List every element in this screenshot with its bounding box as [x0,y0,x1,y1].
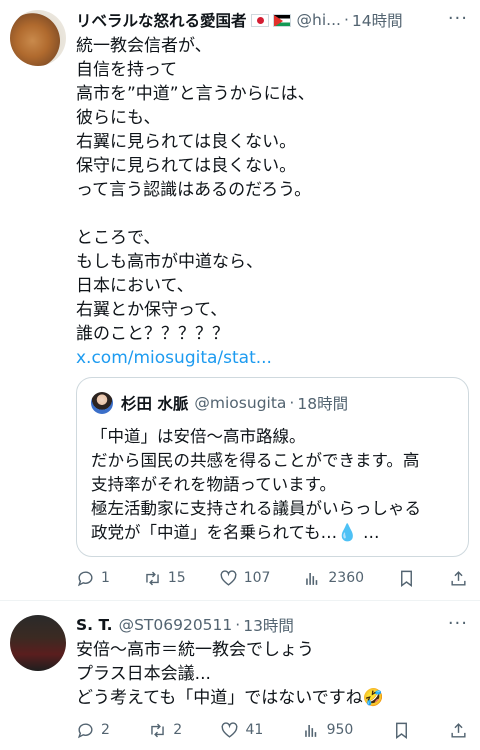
tweet-line: 安倍〜高市＝統一教会でしょう [76,640,314,660]
user-handle[interactable]: @ST06920511 [119,616,233,634]
quoted-timestamp: 18時間 [297,395,349,413]
reply-button[interactable]: 2 [76,721,110,740]
views-count: 2360 [328,570,365,586]
palestine-flag-icon [272,13,291,27]
japan-flag-icon [250,13,269,27]
avatar[interactable] [10,10,66,66]
views-count: 950 [326,722,354,738]
bookmark-button[interactable] [392,721,411,740]
tweet-line: 誰のこと？？？？？ [76,324,229,344]
quoted-handle: @miosugita [194,394,287,412]
tweet[interactable]: リベラルな怒れる愛国者 @hi... · 14時間 ··· 統一教会信者が、 自… [0,0,480,600]
user-handle[interactable]: @hi... [297,11,341,29]
separator-dot: · [235,616,241,634]
views-button[interactable]: 2360 [303,569,364,588]
views-icon [306,572,318,585]
quoted-line: 支持率がそれを物語っています。 [91,475,337,494]
tweet-line: もしも高市が中道なら、 [76,252,263,272]
reply-icon [77,722,93,738]
quoted-line: 極左活動家に支持される議員がいらっしゃる [91,499,421,518]
tweet-divider [0,600,480,601]
tweet-line: 彼らにも、 [76,108,161,128]
tweet-line: って言う認識はあるのだろう。 [76,180,312,200]
repost-button[interactable]: 2 [148,721,182,740]
like-count: 41 [245,722,264,738]
like-icon [220,569,237,586]
timestamp[interactable]: 14時間 [352,9,403,31]
share-button[interactable] [449,721,468,740]
tweet-text: 統一教会信者が、 自信を持って 高市を”中道”と言うからには、 彼らにも、 右翼… [76,34,468,370]
more-icon[interactable]: ··· [448,613,468,634]
tweet-line: 高市を”中道”と言うからには、 [76,84,315,104]
tweet-line: 日本において、 [76,276,194,296]
tweet-line: 統一教会信者が、 [76,36,212,56]
quoted-line: 政党が「中道」を名乗られても…💧 … [91,523,380,542]
display-name[interactable]: S. T. [76,616,113,634]
repost-button[interactable]: 15 [143,569,186,588]
reply-count: 1 [101,570,110,586]
bookmark-icon [395,722,407,739]
tweet-line: 右翼に見られては良くない。 [76,132,297,152]
tweet-line: ところで、 [76,228,161,248]
quoted-line: だから国民の共感を得ることができます。高 [91,451,420,470]
tweet-text: 安倍〜高市＝統一教会でしょう プラス日本会議... どう考えても「中道」ではない… [76,638,468,710]
share-button[interactable] [449,569,468,588]
quoted-display-name: 杉田 水脈 [121,395,189,413]
tweet-header: リベラルな怒れる愛国者 @hi... · 14時間 [76,8,470,32]
action-bar: 2 2 41 950 [76,718,468,742]
tweet-line: プラス日本会議... [76,664,211,684]
separator-dot: · [343,11,349,29]
views-icon [304,724,316,737]
like-icon [222,721,238,738]
more-icon[interactable]: ··· [448,8,468,29]
tweet-line: 自信を持って [76,60,178,80]
quoted-tweet-text: 「中道」は安倍〜高市路線。 だから国民の共感を得ることができます。高 支持率がそ… [91,425,461,545]
views-button[interactable]: 950 [302,721,354,740]
tweet-line [76,202,468,226]
separator-dot: · [289,394,295,412]
share-icon [451,722,466,738]
avatar[interactable] [10,615,66,671]
reply-count: 2 [101,722,110,738]
tweet-line: 保守に見られては良くない。 [76,156,297,176]
like-count: 107 [243,570,271,586]
repost-count: 2 [173,722,183,738]
reply-button[interactable]: 1 [76,569,110,588]
tweet-link[interactable]: x.com/miosugita/stat... [76,346,468,370]
timestamp[interactable]: 13時間 [243,614,294,636]
share-icon [451,570,466,586]
bookmark-button[interactable] [397,569,416,588]
quoted-tweet[interactable]: 杉田 水脈 @miosugita · 18時間 「中道」は安倍〜高市路線。 だか… [76,377,469,557]
reply-icon [77,570,93,586]
tweet-line: どう考えても「中道」ではないですね🤣 [76,688,384,708]
display-name[interactable]: リベラルな怒れる愛国者 [76,9,247,31]
tweet-line: 右翼とか保守って、 [76,300,228,320]
repost-icon [146,571,159,585]
quoted-avatar[interactable] [91,392,113,414]
like-button[interactable]: 41 [220,721,263,740]
quoted-line: 「中道」は安倍〜高市路線。 [91,427,306,446]
action-bar: 1 15 107 2360 [76,566,468,590]
quoted-tweet-header: 杉田 水脈 @miosugita · 18時間 [91,392,348,414]
tweet-header: S. T. @ST06920511 · 13時間 [76,613,470,637]
repost-icon [151,723,164,737]
bookmark-icon [401,570,412,587]
repost-count: 15 [167,570,186,586]
like-button[interactable]: 107 [219,569,271,588]
